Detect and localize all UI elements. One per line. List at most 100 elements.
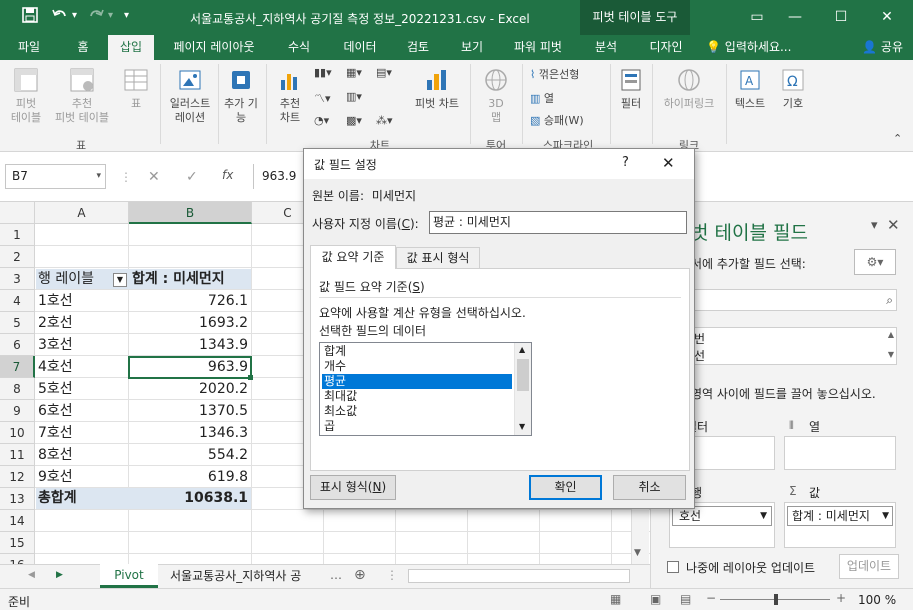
scroll-right-icon[interactable]: ▶ <box>56 570 63 580</box>
zoom-level[interactable]: 100 % <box>858 593 896 607</box>
defer-update-checkbox[interactable] <box>667 561 679 573</box>
share-button[interactable]: 👤 공유 <box>862 35 903 60</box>
combo-chart-icon[interactable]: ▩▾ <box>346 114 362 127</box>
list-scrollbar[interactable]: ▲ ▼ <box>514 343 531 435</box>
pivot-row-label[interactable]: 5호선 <box>38 378 73 400</box>
tab-page-layout[interactable]: 페이지 레이아웃 <box>164 35 264 60</box>
tell-me-box[interactable]: 💡 입력하세요... <box>706 35 806 60</box>
enter-icon[interactable]: ✓ <box>186 169 198 185</box>
tab-formulas[interactable]: 수식 <box>276 35 322 60</box>
row-header[interactable]: 10 <box>0 422 35 444</box>
pivot-row-label[interactable]: 4호선 <box>38 356 73 378</box>
maximize-icon[interactable]: ☐ <box>826 6 856 28</box>
line-chart-icon[interactable]: 〽▾ <box>314 90 331 106</box>
scroll-down-icon[interactable]: ▼ <box>888 350 894 359</box>
row-header[interactable]: 13 <box>0 488 35 510</box>
row-header[interactable]: 5 <box>0 312 35 334</box>
tab-power-pivot[interactable]: 파워 피벗 <box>504 35 572 60</box>
recommended-charts-button[interactable]: 추천 차트 <box>270 64 310 125</box>
update-button[interactable]: 업데이트 <box>839 554 899 579</box>
zoom-slider-thumb[interactable] <box>774 594 778 605</box>
pivot-row-value[interactable]: 1693.2 <box>130 312 248 334</box>
close-window-icon[interactable]: ✕ <box>872 6 902 28</box>
pivot-row-label[interactable]: 8호선 <box>38 444 73 466</box>
more-sheets-icon[interactable]: … <box>330 568 342 582</box>
add-sheet-icon[interactable]: ⊕ <box>354 567 366 583</box>
field-search-input[interactable]: ⌕ <box>669 289 897 311</box>
zoom-out-icon[interactable]: − <box>706 591 716 605</box>
filter-dropdown-icon[interactable]: ▼ <box>113 273 127 287</box>
zoom-in-icon[interactable]: + <box>836 591 846 605</box>
tab-analyze[interactable]: 분석 <box>584 35 628 60</box>
customize-qat-icon[interactable]: ▾ <box>124 10 129 21</box>
ribbon-display-icon[interactable]: ▭ <box>742 6 772 28</box>
page-layout-view-icon[interactable]: ▣ <box>650 592 661 606</box>
addins-button[interactable]: 추가 기 능 <box>220 64 262 125</box>
custom-name-input[interactable]: 평균 : 미세먼지 <box>429 211 687 234</box>
scatter-chart-icon[interactable]: ⁂▾ <box>376 114 393 127</box>
active-cell-border[interactable] <box>128 356 252 379</box>
illustrations-button[interactable]: 일러스트 레이션 <box>164 64 216 125</box>
waterfall-chart-icon[interactable]: ▤▾ <box>376 66 392 79</box>
recommended-pivot-button[interactable]: 추천 피벗 테이블 <box>50 64 114 125</box>
undo-icon[interactable] <box>52 7 68 27</box>
fill-handle[interactable] <box>248 375 253 380</box>
row-header[interactable]: 3 <box>0 268 35 290</box>
gear-icon[interactable]: ⚙▾ <box>854 249 896 275</box>
sheet-tab-pivot[interactable]: Pivot <box>100 564 158 588</box>
tab-show-values-as[interactable]: 값 표시 형식 <box>396 247 480 268</box>
horizontal-scrollbar[interactable] <box>408 569 630 583</box>
values-field-chip[interactable]: 합계 : 미세먼지 ▼ <box>787 506 893 526</box>
minimize-icon[interactable]: — <box>780 6 810 28</box>
row-header[interactable]: 7 <box>0 356 35 378</box>
scroll-down-icon[interactable]: ▼ <box>519 422 525 431</box>
hierarchy-chart-icon[interactable]: ▦▾ <box>346 66 362 79</box>
tab-design[interactable]: 디자인 <box>638 35 694 60</box>
pivot-row-label[interactable]: 1호선 <box>38 290 73 312</box>
row-header[interactable]: 8 <box>0 378 35 400</box>
function-list-item[interactable]: 곱 <box>322 419 512 434</box>
tab-summarize-by[interactable]: 값 요약 기준 <box>310 245 396 269</box>
ok-button[interactable]: 확인 <box>529 475 602 500</box>
pivot-row-label[interactable]: 9호선 <box>38 466 73 488</box>
redo-icon[interactable] <box>88 7 104 27</box>
sparkline-column-button[interactable]: ▥ 열 <box>530 90 554 106</box>
column-header[interactable]: B <box>129 202 252 224</box>
cancel-icon[interactable]: ✕ <box>148 169 160 185</box>
row-header[interactable]: 11 <box>0 444 35 466</box>
pivot-table-button[interactable]: 피벗 테이블 <box>4 64 48 125</box>
sheet-tab-data[interactable]: 서울교통공사_지하역사 공 <box>170 565 325 587</box>
scroll-up-icon[interactable]: ▲ <box>888 330 894 339</box>
name-box[interactable]: B7 ▾ <box>5 164 106 189</box>
chevron-down-icon[interactable]: ▾ <box>96 165 101 188</box>
statistic-chart-icon[interactable]: ▥▾ <box>346 90 362 103</box>
function-list-item[interactable]: 최대값 <box>322 389 512 404</box>
page-break-view-icon[interactable]: ▤ <box>680 592 691 606</box>
symbol-button[interactable]: Ω 기호 <box>776 64 810 111</box>
pivot-row-value[interactable]: 619.8 <box>130 466 248 488</box>
list-scroll-thumb[interactable] <box>517 359 529 391</box>
columns-drop-area[interactable] <box>784 436 896 470</box>
row-header[interactable]: 16 <box>0 554 35 564</box>
help-icon[interactable]: ? <box>622 155 629 170</box>
row-header[interactable]: 15 <box>0 532 35 554</box>
pivot-row-value[interactable]: 554.2 <box>130 444 248 466</box>
row-header[interactable]: 6 <box>0 334 35 356</box>
row-header[interactable]: 1 <box>0 224 35 246</box>
column-header[interactable]: A <box>35 202 129 224</box>
pivot-row-label[interactable]: 7호선 <box>38 422 73 444</box>
pivot-row-label[interactable]: 2호선 <box>38 312 73 334</box>
pivot-row-value[interactable]: 726.1 <box>130 290 248 312</box>
text-button[interactable]: A 텍스트 <box>728 64 772 111</box>
pivot-row-value[interactable]: 2020.2 <box>130 378 248 400</box>
tab-view[interactable]: 보기 <box>450 35 494 60</box>
filter-button[interactable]: 필터 <box>614 64 648 111</box>
chevron-down-icon[interactable]: ▼ <box>882 507 889 525</box>
tab-insert[interactable]: 삽입 <box>108 35 154 60</box>
tab-review[interactable]: 검토 <box>396 35 440 60</box>
chevron-down-icon[interactable]: ▼ <box>760 507 767 525</box>
undo-dropdown-icon[interactable]: ▾ <box>72 10 77 21</box>
close-icon[interactable]: ✕ <box>887 216 900 234</box>
tab-file[interactable]: 파일 <box>8 35 50 60</box>
pivot-row-label[interactable]: 6호선 <box>38 400 73 422</box>
